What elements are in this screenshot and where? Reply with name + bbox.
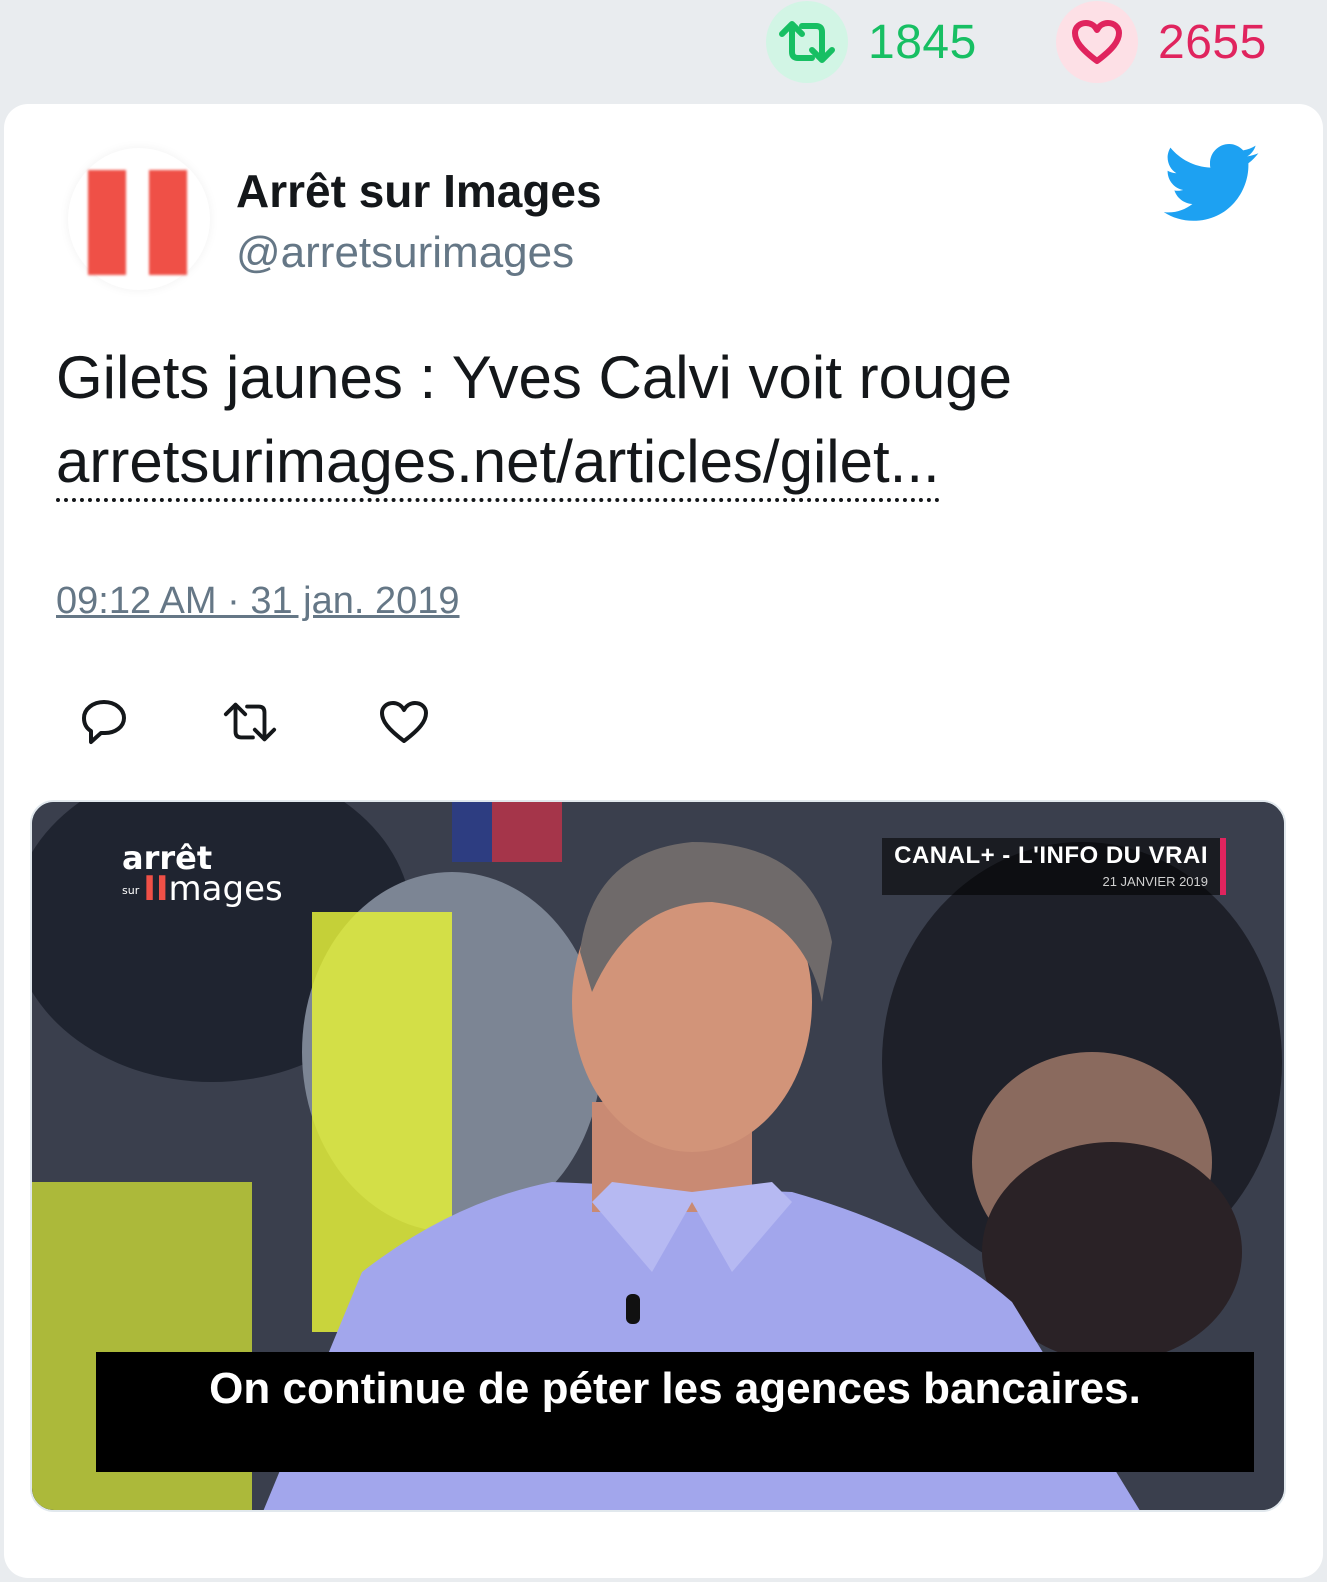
avatar[interactable] xyxy=(68,148,210,290)
tweet-media-image[interactable]: arrêt sur IImages CANAL+ - L'INFO DU VRAI… xyxy=(30,800,1286,1512)
author-name[interactable]: Arrêt sur Images xyxy=(236,164,602,218)
avatar-logo-bar-right xyxy=(149,170,187,275)
tweet-timestamp[interactable]: 09:12 AM · 31 jan. 2019 xyxy=(56,580,460,623)
author-handle[interactable]: @arretsurimages xyxy=(236,228,574,278)
watermark-mages: mages xyxy=(168,869,283,909)
twitter-bird-icon[interactable] xyxy=(1163,144,1260,224)
retweet-count-stat: 1845 xyxy=(766,0,977,84)
like-count-stat: 2655 xyxy=(1056,0,1267,84)
watermark-sur: sur xyxy=(122,884,140,897)
avatar-logo-bar-left xyxy=(88,170,126,275)
channel-name: CANAL+ - L'INFO DU VRAI xyxy=(894,842,1208,869)
retweet-icon[interactable] xyxy=(222,694,278,750)
retweet-icon xyxy=(766,1,848,83)
watermark-mark: II xyxy=(143,869,169,909)
reply-icon[interactable] xyxy=(76,694,132,750)
tweet-stats-bar: 1845 2655 xyxy=(0,0,1327,100)
video-subtitle: On continue de péter les agences bancair… xyxy=(96,1352,1254,1472)
tweet-link[interactable]: arretsurimages.net/articles/gilet... xyxy=(56,426,940,502)
heart-icon xyxy=(1056,1,1138,83)
tweet-text: Gilets jaunes : Yves Calvi voit rouge xyxy=(56,344,1013,411)
channel-date: 21 JANVIER 2019 xyxy=(1102,874,1208,889)
channel-tag: CANAL+ - L'INFO DU VRAI 21 JANVIER 2019 xyxy=(882,838,1226,895)
heart-outline-icon[interactable] xyxy=(376,694,432,750)
watermark-logo: arrêt sur IImages xyxy=(122,842,283,906)
retweet-count: 1845 xyxy=(868,15,977,69)
tweet-card: Arrêt sur Images @arretsurimages Gilets … xyxy=(4,104,1323,1578)
watermark-line2: sur IImages xyxy=(122,872,283,906)
like-count: 2655 xyxy=(1158,15,1267,69)
